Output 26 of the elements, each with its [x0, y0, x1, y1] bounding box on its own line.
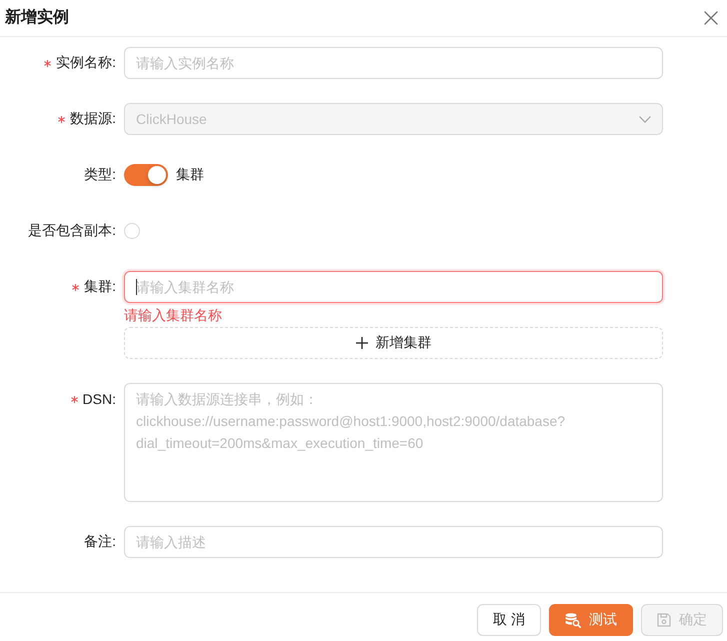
plus-icon — [356, 337, 368, 349]
form-label: 是否包含副本: — [28, 222, 116, 240]
form-label: 备注: — [84, 533, 116, 551]
test-button[interactable]: 测试 — [549, 604, 633, 636]
error-message: 请输入集群名称 — [124, 306, 222, 325]
form-label: DSN: — [82, 391, 116, 407]
form-label: 实例名称: — [56, 54, 116, 72]
input-field[interactable]: 请输入描述 — [124, 526, 663, 558]
input-field[interactable]: 请输入集群名称 — [124, 271, 663, 303]
switch-text: 集群 — [176, 166, 204, 184]
form-label: 类型: — [84, 166, 116, 184]
dialog-title: 新增实例 — [5, 7, 69, 28]
text-cursor-icon — [136, 279, 137, 295]
form-label: 数据源: — [70, 110, 116, 128]
textarea-field[interactable]: 请输入数据源连接串，例如： clickhouse://username:password@host1:9000,host2:9000/database? dial_timeout=200ms&max_execution_time=60 — [124, 383, 663, 502]
save-icon — [657, 613, 671, 627]
add-button[interactable]: 新增集群 — [124, 327, 663, 359]
toggle-switch[interactable] — [124, 164, 168, 186]
input-field[interactable]: 请输入实例名称 — [124, 47, 663, 79]
database-search-icon — [565, 612, 581, 628]
cancel-button[interactable]: 取 消 — [477, 604, 541, 636]
form-label: 集群: — [84, 278, 116, 296]
close-button[interactable] — [703, 10, 719, 26]
chevron-down-icon — [639, 116, 651, 122]
close-icon — [704, 10, 718, 24]
radio-button[interactable] — [124, 223, 140, 239]
